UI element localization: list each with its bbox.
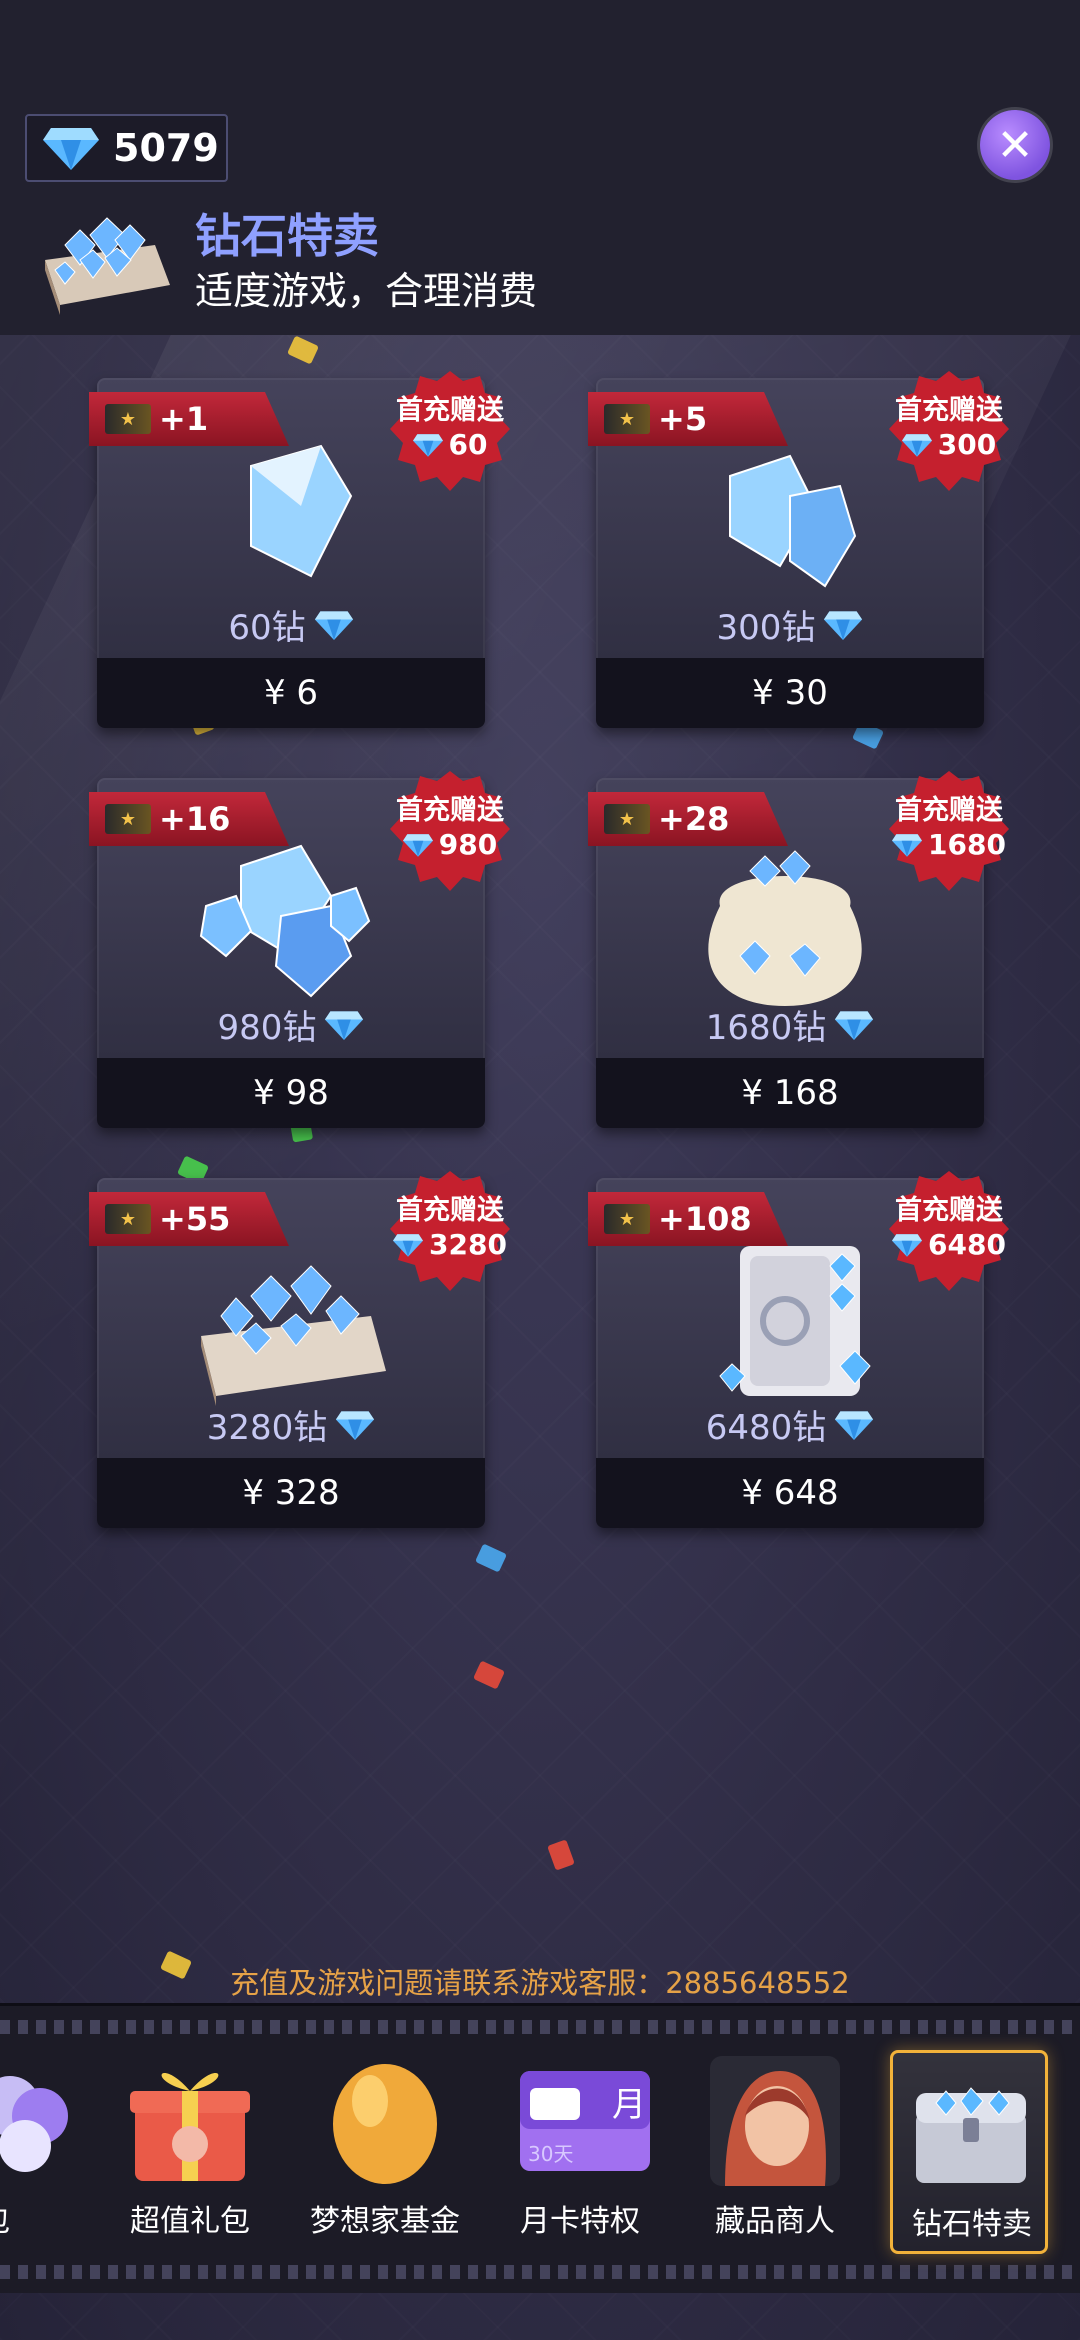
- tab-gift-pack[interactable]: 礼包: [0, 2046, 85, 2256]
- ticket-icon: ★: [604, 1204, 650, 1234]
- merchant-avatar-icon: [710, 2056, 840, 2186]
- diamond-pack-art: [201, 1265, 386, 1406]
- diamond-icon: [892, 1233, 923, 1257]
- diamond-amount: 300钻: [716, 608, 816, 648]
- first-recharge-badge: 首充赠送 1680: [884, 766, 1014, 896]
- diamond-icon: [824, 610, 863, 640]
- first-recharge-badge: 首充赠送 6480: [884, 1166, 1014, 1296]
- diamond-chest-icon: [916, 2087, 1026, 2183]
- tab-label: 梦想家基金: [310, 2204, 460, 2239]
- tab-value-gift[interactable]: 超值礼包: [105, 2046, 275, 2256]
- badge-amount: 3280: [429, 1228, 507, 1261]
- diamond-icon: [402, 833, 433, 857]
- price-button[interactable]: ¥ 98: [97, 1058, 485, 1128]
- first-recharge-badge: 首充赠送 980: [385, 766, 515, 896]
- tab-label: 礼包: [0, 2196, 70, 2240]
- ticket-icon: ★: [105, 404, 151, 434]
- first-recharge-badge: 首充赠送 3280: [385, 1166, 515, 1296]
- tab-label: 超值礼包: [130, 2204, 250, 2239]
- price-label: ¥ 648: [741, 1473, 839, 1513]
- page-subtitle: 适度游戏，合理消费: [195, 269, 538, 313]
- tab-label: 钻石特卖: [912, 2207, 1032, 2242]
- diamond-pack-card[interactable]: ★ +108 首充赠送 6480 6480钻 ¥ 648: [588, 1171, 1009, 1528]
- price-label: ¥ 168: [741, 1073, 839, 1113]
- support-text: 充值及游戏问题请联系游戏客服：2885648552: [230, 1966, 850, 2000]
- price-label: ¥ 30: [752, 673, 828, 713]
- price-button[interactable]: ¥ 168: [596, 1058, 984, 1128]
- badge-amount: 980: [438, 828, 498, 861]
- film-strip-top: [0, 2020, 1080, 2034]
- close-button[interactable]: ✕: [980, 110, 1050, 180]
- badge-amount: 300: [937, 428, 997, 461]
- tab-collectible-merchant[interactable]: 藏品商人: [690, 2046, 860, 2256]
- gift-box-icon: [130, 2072, 250, 2181]
- film-strip-bottom: [0, 2265, 1080, 2279]
- badge-text: 首充赠送: [895, 795, 1003, 826]
- ticket-icon: ★: [604, 804, 650, 834]
- price-label: ¥ 98: [253, 1073, 329, 1113]
- tab-label: 藏品商人: [715, 2204, 835, 2239]
- badge-text: 首充赠送: [396, 795, 504, 826]
- diamond-icon: [43, 128, 99, 170]
- diamond-pack-card[interactable]: ★ +28 首充赠送 1680 1680钻 ¥ 168: [588, 771, 1009, 1128]
- tab-monthly-card[interactable]: 月 30天 月卡特权: [495, 2046, 665, 2256]
- diamond-icon: [835, 1410, 874, 1440]
- ticket-icon: ★: [604, 404, 650, 434]
- price-button[interactable]: ¥ 328: [97, 1458, 485, 1528]
- badge-amount: 6480: [928, 1228, 1006, 1261]
- price-label: ¥ 328: [242, 1473, 340, 1513]
- month-card-days: 30天: [528, 2142, 573, 2166]
- diamond-pack-art: [719, 1246, 871, 1396]
- diamond-pack-art: [250, 444, 353, 578]
- first-recharge-badge: 首充赠送 60: [385, 366, 515, 496]
- diamond-pack-card[interactable]: ★ +55 首充赠送 3280 3280钻 ¥ 328: [89, 1171, 510, 1528]
- diamond-icon: [393, 1233, 424, 1257]
- price-label: ¥ 6: [263, 673, 319, 713]
- price-button[interactable]: ¥ 30: [596, 658, 984, 728]
- badge-text: 首充赠送: [895, 1195, 1003, 1226]
- badge-text: 首充赠送: [895, 395, 1003, 426]
- tab-dreamer-fund[interactable]: 梦想家基金: [300, 2046, 470, 2256]
- badge-text: 首充赠送: [396, 1195, 504, 1226]
- golden-egg-icon: [333, 2064, 437, 2184]
- diamond-balance: 5079: [25, 114, 228, 182]
- diamond-pack-card[interactable]: ★ +1 首充赠送 60 60钻 ¥ 6: [89, 371, 510, 728]
- ticket-icon: ★: [105, 1204, 151, 1234]
- close-icon: ✕: [996, 119, 1034, 171]
- diamond-icon: [835, 1010, 874, 1040]
- diamond-icon: [901, 433, 932, 457]
- diamond-icon: [412, 433, 443, 457]
- diamond-pack-card[interactable]: ★ +5 首充赠送 300 300钻 ¥ 30: [588, 371, 1009, 728]
- header: 5079 ✕ 钻石特卖 适度游戏，合理消费: [0, 0, 1080, 335]
- diamond-icon: [336, 1410, 375, 1440]
- ticket-icon: ★: [105, 804, 151, 834]
- diamond-pack-art: [729, 454, 857, 588]
- diamond-amount: 1680钻: [705, 1008, 827, 1048]
- tab-label: 月卡特权: [520, 2204, 640, 2239]
- diamond-amount: 60钻: [228, 608, 306, 648]
- badge-text: 首充赠送: [396, 395, 504, 426]
- month-card-icon: 月 30天: [520, 2071, 650, 2171]
- diamond-icon: [325, 1010, 364, 1040]
- diamond-pack-art: [199, 844, 371, 998]
- first-recharge-badge: 首充赠送 300: [884, 366, 1014, 496]
- balloon-icon: [0, 2076, 68, 2172]
- price-button[interactable]: ¥ 648: [596, 1458, 984, 1528]
- page-title: 钻石特卖: [195, 209, 379, 263]
- diamond-amount: 6480钻: [705, 1408, 827, 1448]
- badge-amount: 1680: [928, 828, 1006, 861]
- month-card-text: 月: [612, 2085, 646, 2125]
- bottom-nav: 礼包 超值礼包 梦想家基金 月 30天 月卡特权: [0, 2003, 1080, 2293]
- diamond-box-icon: [45, 217, 170, 315]
- badge-amount: 60: [448, 428, 488, 461]
- diamond-amount: 3280钻: [206, 1408, 328, 1448]
- balance-value: 5079: [113, 126, 219, 170]
- diamond-pack-card[interactable]: ★ +16 首充赠送 980 980钻 ¥ 98: [89, 771, 510, 1128]
- diamond-icon: [892, 833, 923, 857]
- diamond-pack-art: [708, 850, 862, 1006]
- diamond-icon: [314, 610, 353, 640]
- diamond-amount: 980钻: [217, 1008, 317, 1048]
- price-button[interactable]: ¥ 6: [97, 658, 485, 728]
- tab-diamond-sale[interactable]: 钻石特卖: [890, 2050, 1048, 2254]
